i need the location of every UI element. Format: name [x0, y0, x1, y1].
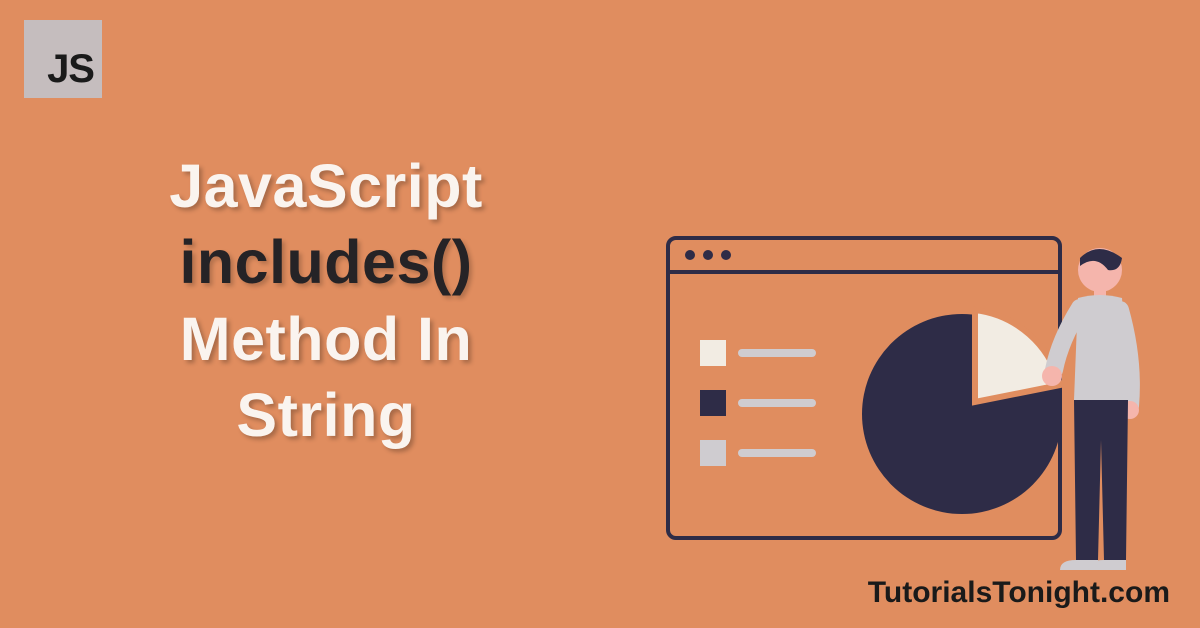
page-title: JavaScript includes() Method In String [86, 148, 566, 453]
legend-line [738, 449, 816, 457]
pie-chart-slice [975, 310, 1060, 402]
legend-square-icon [700, 340, 726, 366]
window-dot-icon [703, 250, 713, 260]
legend-line [738, 349, 816, 357]
js-logo-text: JS [47, 47, 94, 92]
site-attribution: TutorialsTonight.com [868, 576, 1170, 610]
legend-square-icon [700, 390, 726, 416]
js-logo-badge: JS [24, 20, 102, 98]
person-hand [1042, 366, 1062, 386]
title-line-2: includes() [179, 228, 472, 296]
title-line-3: Method In [180, 305, 473, 373]
window-dot-icon [685, 250, 695, 260]
title-line-4: String [236, 381, 415, 449]
window-dot-icon [721, 250, 731, 260]
dashboard-illustration [660, 230, 1160, 600]
person-pants [1074, 400, 1128, 560]
legend-line [738, 399, 816, 407]
title-line-1: JavaScript [169, 152, 483, 220]
legend-square-icon [700, 440, 726, 466]
